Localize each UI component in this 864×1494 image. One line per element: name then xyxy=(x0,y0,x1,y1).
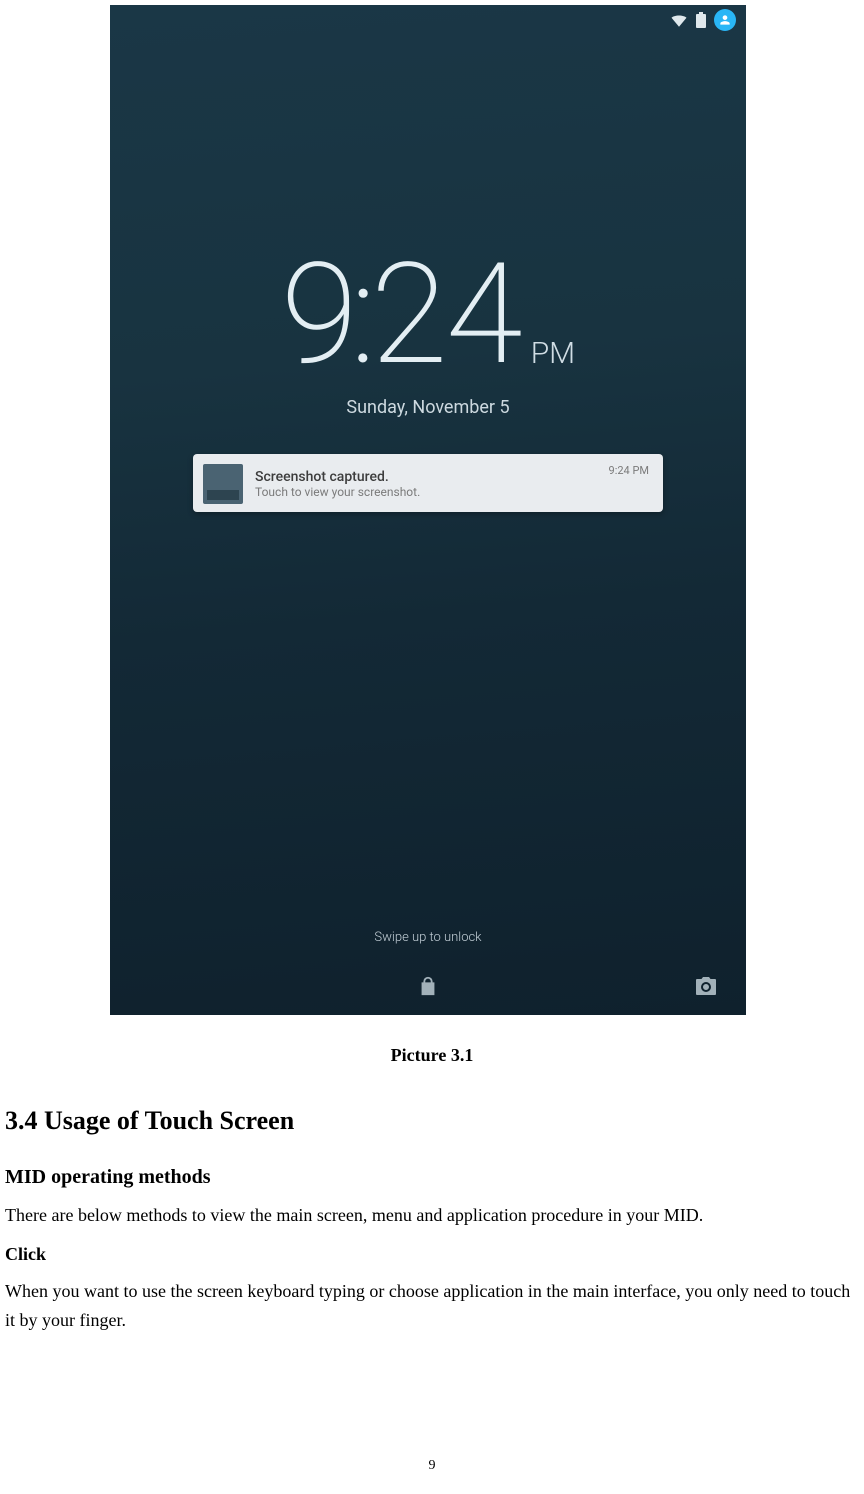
clock-hour: 9 xyxy=(281,245,356,385)
lock-screen-clock: 9 : 24 PM Sunday, November 5 xyxy=(110,245,746,418)
clock-minute: 24 xyxy=(371,245,521,385)
subsection-heading-methods: MID operating methods xyxy=(5,1166,864,1189)
clock-date: Sunday, November 5 xyxy=(110,397,746,418)
notification-subtitle: Touch to view your screenshot. xyxy=(255,485,609,499)
paragraph-click: When you want to use the screen keyboard… xyxy=(5,1277,864,1335)
notification-title: Screenshot captured. xyxy=(255,469,609,485)
wifi-icon xyxy=(670,13,688,27)
user-avatar-icon[interactable] xyxy=(714,9,736,31)
lock-screen-bottom-bar xyxy=(110,961,746,1015)
notification-thumbnail-icon xyxy=(203,464,243,504)
notification-card[interactable]: Screenshot captured. Touch to view your … xyxy=(193,454,663,512)
lock-icon[interactable] xyxy=(417,975,439,1001)
figure-caption: Picture 3.1 xyxy=(0,1045,864,1066)
battery-icon xyxy=(696,12,706,28)
notification-time: 9:24 PM xyxy=(609,464,649,477)
embedded-phone-screenshot: 9 : 24 PM Sunday, November 5 Screenshot … xyxy=(110,5,746,1015)
subsection-heading-click: Click xyxy=(5,1244,864,1265)
status-bar xyxy=(110,5,746,35)
clock-ampm: PM xyxy=(531,336,575,371)
section-heading-3-4: 3.4 Usage of Touch Screen xyxy=(5,1106,864,1136)
page-number: 9 xyxy=(0,1458,864,1474)
swipe-up-hint: Swipe up to unlock xyxy=(110,930,746,945)
paragraph-methods: There are below methods to view the main… xyxy=(5,1201,864,1230)
camera-icon[interactable] xyxy=(694,975,718,1001)
